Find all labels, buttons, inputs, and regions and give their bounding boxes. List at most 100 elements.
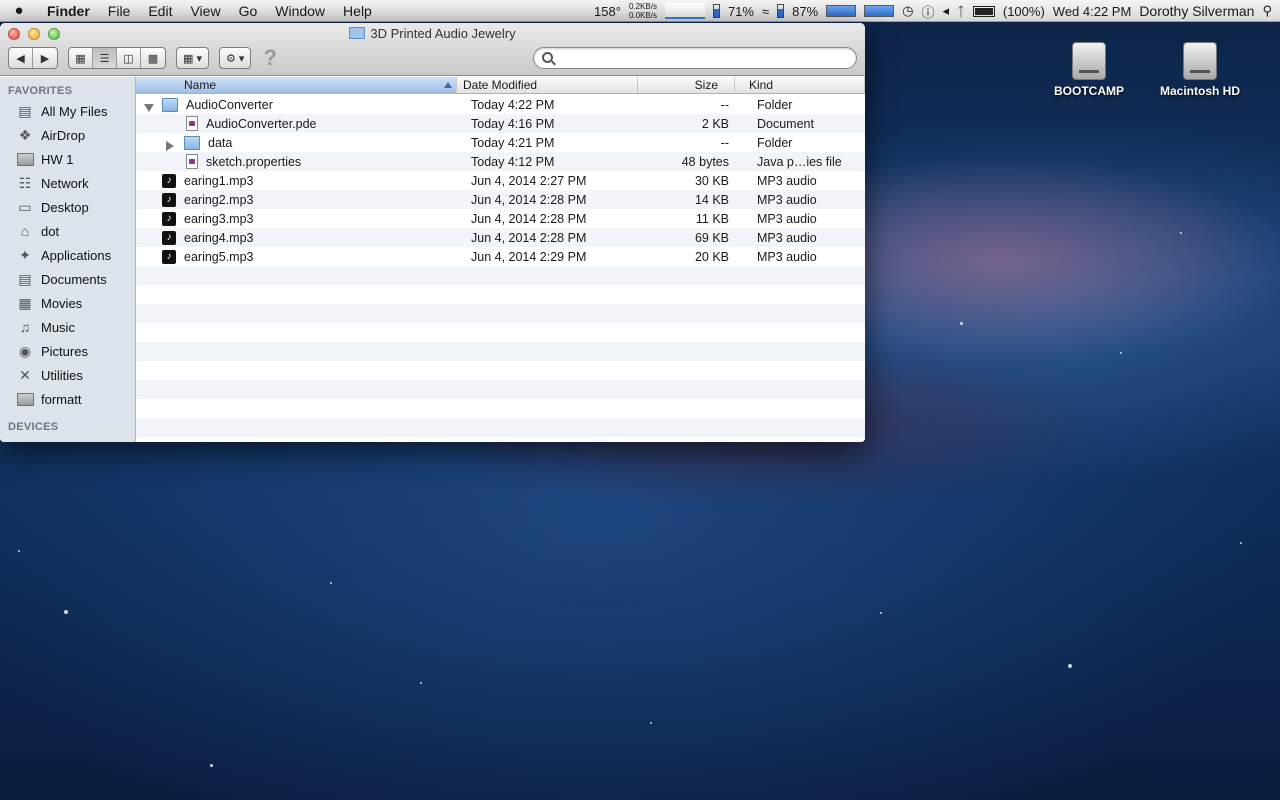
star — [880, 612, 882, 614]
table-row[interactable]: AudioConverter Today 4:22 PM -- Folder — [136, 95, 865, 114]
user-menu[interactable]: Dorothy Silverman — [1139, 3, 1254, 19]
file-name: earing1.mp3 — [184, 173, 254, 188]
time-machine-icon[interactable]: ◷ — [902, 3, 913, 19]
sidebar-item-desktop[interactable]: ▭ Desktop — [0, 195, 135, 219]
column-view-button[interactable]: ◫ — [117, 48, 141, 68]
sidebar-item-label: Documents — [41, 271, 107, 287]
table-row[interactable]: ♪ earing4.mp3 Jun 4, 2014 2:28 PM 69 KB MP3 … — [136, 228, 865, 247]
sidebar-item-hw-1[interactable]: HW 1 — [0, 147, 135, 171]
sidebar-item-utilities[interactable]: ✕ Utilities — [0, 363, 135, 387]
temperature-status[interactable]: 158° — [594, 4, 621, 19]
forward-button[interactable]: ▶ — [33, 48, 57, 68]
file-kind: MP3 audio — [757, 211, 817, 226]
desktop-icon-macintosh-hd[interactable]: Macintosh HD — [1145, 42, 1255, 98]
list-view-button[interactable]: ☰ — [93, 48, 117, 68]
wifi-icon[interactable]: ≈ — [762, 4, 769, 19]
cover-flow-button[interactable]: ▩ — [141, 48, 165, 68]
sidebar-item-pictures[interactable]: ◉ Pictures — [0, 339, 135, 363]
alert-icon[interactable]: ⓘ — [922, 2, 935, 21]
file-kind: Folder — [757, 135, 793, 150]
sidebar-item-dot[interactable]: ⌂ dot — [0, 219, 135, 243]
file-name: sketch.properties — [206, 154, 302, 169]
action-gear-button[interactable]: ⚙ ▾ — [218, 47, 252, 69]
column-header-label: Name — [184, 78, 217, 92]
column-header-kind[interactable]: Kind — [735, 77, 865, 93]
star — [420, 682, 422, 684]
sidebar-item-label: Movies — [41, 295, 83, 311]
cell-name: AudioConverter.pde — [136, 116, 463, 131]
disclosure-closed-icon[interactable] — [166, 140, 174, 151]
network-upload-rate: 0.2KB/s — [628, 2, 657, 11]
menu-edit[interactable]: Edit — [139, 0, 181, 22]
status-area: 158° 0.2KB/s 0.0KB/s 71% ≈ 87% ◷ ⓘ ◂ ᛏ (… — [594, 0, 1280, 22]
battery-icon[interactable] — [972, 5, 995, 17]
document-icon — [186, 154, 198, 169]
menu-help[interactable]: Help — [334, 0, 381, 22]
device-battery-status[interactable]: 87% — [792, 4, 818, 19]
cpu-meter-icon[interactable] — [826, 5, 857, 17]
search-field[interactable] — [533, 47, 857, 69]
menu-go[interactable]: Go — [230, 0, 267, 22]
table-row[interactable]: sketch.properties Today 4:12 PM 48 bytes Ja… — [136, 152, 865, 171]
bluetooth-icon[interactable]: ᛏ — [957, 4, 965, 19]
audio-file-icon: ♪ — [162, 249, 176, 264]
spotlight-search-icon[interactable]: ⚲ — [1262, 3, 1272, 19]
window-titlebar[interactable]: 3D Printed Audio Jewelry ◀ ▶ ▦ ☰ ◫ ▩ ▦ ▾… — [0, 23, 865, 76]
help-icon[interactable]: ? — [263, 45, 276, 71]
back-button[interactable]: ◀ — [9, 48, 33, 68]
file-name: earing3.mp3 — [184, 211, 254, 226]
sidebar-item-airdrop[interactable]: ❖ AirDrop — [0, 123, 135, 147]
volume-icon[interactable]: ◂ — [943, 3, 950, 19]
table-row[interactable]: ♪ earing1.mp3 Jun 4, 2014 2:27 PM 30 KB MP3 … — [136, 171, 865, 190]
audio-file-icon: ♪ — [162, 192, 176, 207]
sidebar-item-all-my-files[interactable]: ▤ All My Files — [0, 99, 135, 123]
arrange-button[interactable]: ▦ ▾ — [176, 47, 209, 69]
battery-status[interactable]: (100%) — [1003, 4, 1045, 19]
table-row[interactable]: ♪ earing2.mp3 Jun 4, 2014 2:28 PM 14 KB MP3 … — [136, 190, 865, 209]
desktop-icon-bootcamp[interactable]: BOOTCAMP — [1034, 42, 1144, 98]
clock[interactable]: Wed 4:22 PM — [1053, 4, 1132, 19]
table-row[interactable]: ♪ earing5.mp3 Jun 4, 2014 2:29 PM 20 KB MP3 … — [136, 247, 865, 266]
sidebar-item-movies[interactable]: ▦ Movies — [0, 291, 135, 315]
cell-name: ♪ earing1.mp3 — [136, 173, 463, 188]
column-header-name[interactable]: Name — [136, 77, 457, 93]
hard-drive-icon — [1183, 42, 1217, 80]
table-row[interactable]: ♪ earing3.mp3 Jun 4, 2014 2:28 PM 11 KB MP3 … — [136, 209, 865, 228]
sidebar-item-label: Music — [41, 319, 75, 335]
table-row[interactable]: AudioConverter.pde Today 4:16 PM 2 KB Docum… — [136, 114, 865, 133]
disclosure-open-icon[interactable] — [144, 103, 154, 112]
date-modified: Jun 4, 2014 2:28 PM — [471, 211, 587, 226]
sidebar-item-documents[interactable]: ▤ Documents — [0, 267, 135, 291]
sidebar-item-formatt[interactable]: formatt — [0, 387, 135, 411]
column-header-size[interactable]: Size — [638, 77, 735, 93]
column-headers: Name Date Modified Size Kind — [136, 77, 865, 94]
menu-finder[interactable]: Finder — [38, 0, 99, 22]
column-header-date-modified[interactable]: Date Modified — [457, 77, 638, 93]
table-row[interactable]: data Today 4:21 PM -- Folder — [136, 133, 865, 152]
menu-view[interactable]: View — [181, 0, 229, 22]
disk-meter-icon[interactable] — [864, 5, 895, 17]
sidebar-item-music[interactable]: ♫ Music — [0, 315, 135, 339]
search-input[interactable] — [560, 50, 840, 66]
audio-file-icon: ♪ — [162, 230, 176, 245]
star — [1120, 352, 1122, 354]
cell-name: ♪ earing5.mp3 — [136, 249, 463, 264]
memory-status[interactable]: 71% — [728, 4, 754, 19]
network-graph-icon — [664, 3, 705, 19]
sidebar-item-network[interactable]: ☷ Network — [0, 171, 135, 195]
sidebar-item-label: Desktop — [41, 199, 89, 215]
file-size: 69 KB — [694, 230, 729, 245]
sidebar-item-applications[interactable]: ✦ Applications — [0, 243, 135, 267]
network-speed-status[interactable]: 0.2KB/s 0.0KB/s — [629, 2, 657, 20]
desktop-icon-label: Macintosh HD — [1159, 84, 1240, 98]
icon-view-button[interactable]: ▦ — [69, 48, 93, 68]
apple-menu-icon[interactable]: ● — [0, 2, 38, 19]
finder-window: 3D Printed Audio Jewelry ◀ ▶ ▦ ☰ ◫ ▩ ▦ ▾… — [0, 23, 865, 442]
applications-icon: ✦ — [19, 246, 31, 263]
file-name: earing4.mp3 — [184, 230, 254, 245]
menu-file[interactable]: File — [99, 0, 140, 22]
file-kind: Folder — [757, 97, 793, 112]
sidebar-item-label: formatt — [41, 391, 82, 407]
menu-window[interactable]: Window — [266, 0, 334, 22]
file-size: 14 KB — [694, 192, 729, 207]
